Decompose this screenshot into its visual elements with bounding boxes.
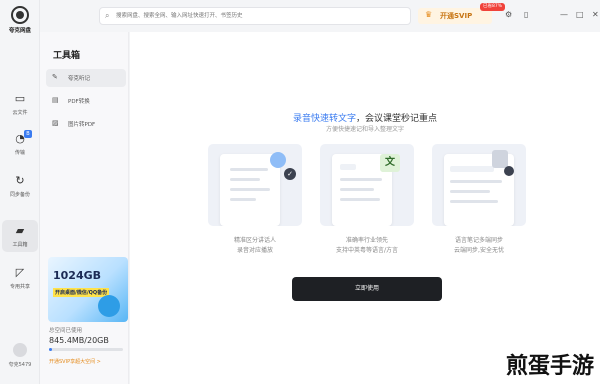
logo-icon <box>11 6 29 24</box>
check-icon: ✓ <box>284 168 296 180</box>
rail-label: 工具箱 <box>12 242 28 248</box>
watermark: 煎蛋手游 <box>505 354 594 379</box>
feature-line-2: 支持中英粤等语言/方言 <box>335 247 399 254</box>
rail-label: 传输 <box>14 150 25 156</box>
feature-card-speaker: ✓ <box>208 144 302 226</box>
feature-subheadline: 方便快捷速记和导入整理文字 <box>325 126 404 133</box>
storage-bar-fill <box>49 348 52 351</box>
maximize-icon[interactable]: □ <box>576 10 584 20</box>
panel-title: 工具箱 <box>53 51 81 61</box>
user-profile[interactable]: 夸克5479 <box>4 343 36 368</box>
headline-rest: ，会议课堂秒记重点 <box>356 114 438 124</box>
rail-label: 同步备份 <box>9 192 30 198</box>
transfer-icon: ◔ <box>15 132 25 145</box>
search-input[interactable] <box>116 10 406 22</box>
user-name: 夸克5479 <box>8 362 32 368</box>
folder-icon: ▭ <box>14 92 26 105</box>
tool-item-notes[interactable]: ✎ 夸克听记 <box>46 69 126 87</box>
feature-description: 语言笔记多端同步 云端同步,安全无忧 <box>432 236 526 256</box>
feature-description: 准确率行业领先支持中英粤等语言/方言 <box>320 236 414 256</box>
feature-line-1: 语言笔记多端同步 <box>454 237 503 244</box>
rail-item-transfer[interactable]: ◔ 传输 B <box>2 128 38 160</box>
crown-icon: ♛ <box>425 10 433 19</box>
tool-label: PDF转换 <box>68 99 90 105</box>
feature-line-1: 准确率行业领先 <box>345 237 388 244</box>
tool-item-image-to-pdf[interactable]: ▨ 图片转PDF <box>46 115 126 133</box>
toolbox-panel: 工具箱 ✎ 夸克听记 ▤ PDF转换 ▨ 图片转PDF 1024GB 开启桌面/微信/QQ… <box>40 32 129 384</box>
sync-icon: ↻ <box>15 174 25 187</box>
avatar[interactable] <box>13 343 27 357</box>
top-bar: ⌕ ♛ 开通SVIP 已省87% ⚙ ▯ — □ ✕ <box>40 0 600 32</box>
rail-label: 云文件 <box>12 110 28 116</box>
rail-item-backup[interactable]: ↻ 同步备份 <box>2 170 38 202</box>
svip-discount-badge: 已省87% <box>480 3 506 11</box>
feature-line-1: 精准区分讲话人 <box>233 237 276 244</box>
app-logo[interactable]: 夸克网盘 <box>6 6 34 34</box>
share-icon: ◸ <box>15 266 25 279</box>
headline-highlight: 录音快速转文字 <box>292 114 356 124</box>
svip-label: 开通SVIP <box>440 12 473 20</box>
feature-headline: 录音快速转文字，会议课堂秒记重点 <box>130 111 600 124</box>
translate-icon: 文 <box>380 154 400 172</box>
toolbox-icon: ▰ <box>15 224 25 237</box>
feature-description: 精准区分讲话人 录音对应播放 <box>208 236 302 256</box>
search-box[interactable]: ⌕ <box>99 7 411 25</box>
search-icon: ⌕ <box>105 11 110 20</box>
upgrade-storage-link[interactable]: 开通SVIP享超大空间 > <box>49 358 101 365</box>
rail-item-toolbox[interactable]: ▰ 工具箱 <box>2 220 38 252</box>
feature-line-2: 云端同步,安全无忧 <box>454 247 504 254</box>
pdf-icon: ▤ <box>52 96 59 104</box>
main-content: 录音快速转文字，会议课堂秒记重点 方便快捷速记和导入整理文字 ✓ 文 精准区分讲… <box>130 32 600 384</box>
logo-text: 夸克网盘 <box>8 28 31 34</box>
minimize-icon[interactable]: — <box>560 10 568 20</box>
settings-icon[interactable]: ⚙ <box>505 10 512 20</box>
promo-banner[interactable]: 1024GB 开启桌面/微信/QQ备份 <box>48 257 128 322</box>
left-rail: 夸克网盘 ▭ 云文件 ◔ 传输 B ↻ 同步备份 ▰ 工具箱 ◸ 专用共享 夸克5479 <box>0 0 40 384</box>
tool-item-pdf-convert[interactable]: ▤ PDF转换 <box>46 92 126 110</box>
phone-icon[interactable]: ▯ <box>524 10 528 20</box>
tool-label: 图片转PDF <box>68 122 96 128</box>
rail-item-files[interactable]: ▭ 云文件 <box>2 88 38 120</box>
feature-card-sync <box>432 144 526 226</box>
tool-label: 夸克听记 <box>68 76 91 82</box>
use-now-button[interactable]: 立即使用 <box>292 277 442 301</box>
feature-card-accuracy: 文 <box>320 144 414 226</box>
promo-headline: 1024GB <box>53 269 102 282</box>
storage-value: 845.4MB/20GB <box>49 336 109 345</box>
rail-label: 专用共享 <box>9 284 30 290</box>
storage-bar <box>49 348 123 351</box>
promo-subtitle: 开启桌面/微信/QQ备份 <box>53 288 110 297</box>
feature-line-2: 录音对应播放 <box>236 247 273 254</box>
storage-label: 总空间已使用 <box>49 328 83 334</box>
image-icon: ▨ <box>52 119 59 127</box>
close-icon[interactable]: ✕ <box>592 10 599 20</box>
sync-badge-icon <box>504 166 514 176</box>
note-icon: ✎ <box>52 73 58 81</box>
lock-icon <box>492 150 508 168</box>
speaker-avatar-icon <box>270 152 286 168</box>
rail-item-shared[interactable]: ◸ 专用共享 <box>2 262 38 294</box>
promo-graphic <box>98 295 120 317</box>
transfer-badge: B <box>24 130 32 138</box>
